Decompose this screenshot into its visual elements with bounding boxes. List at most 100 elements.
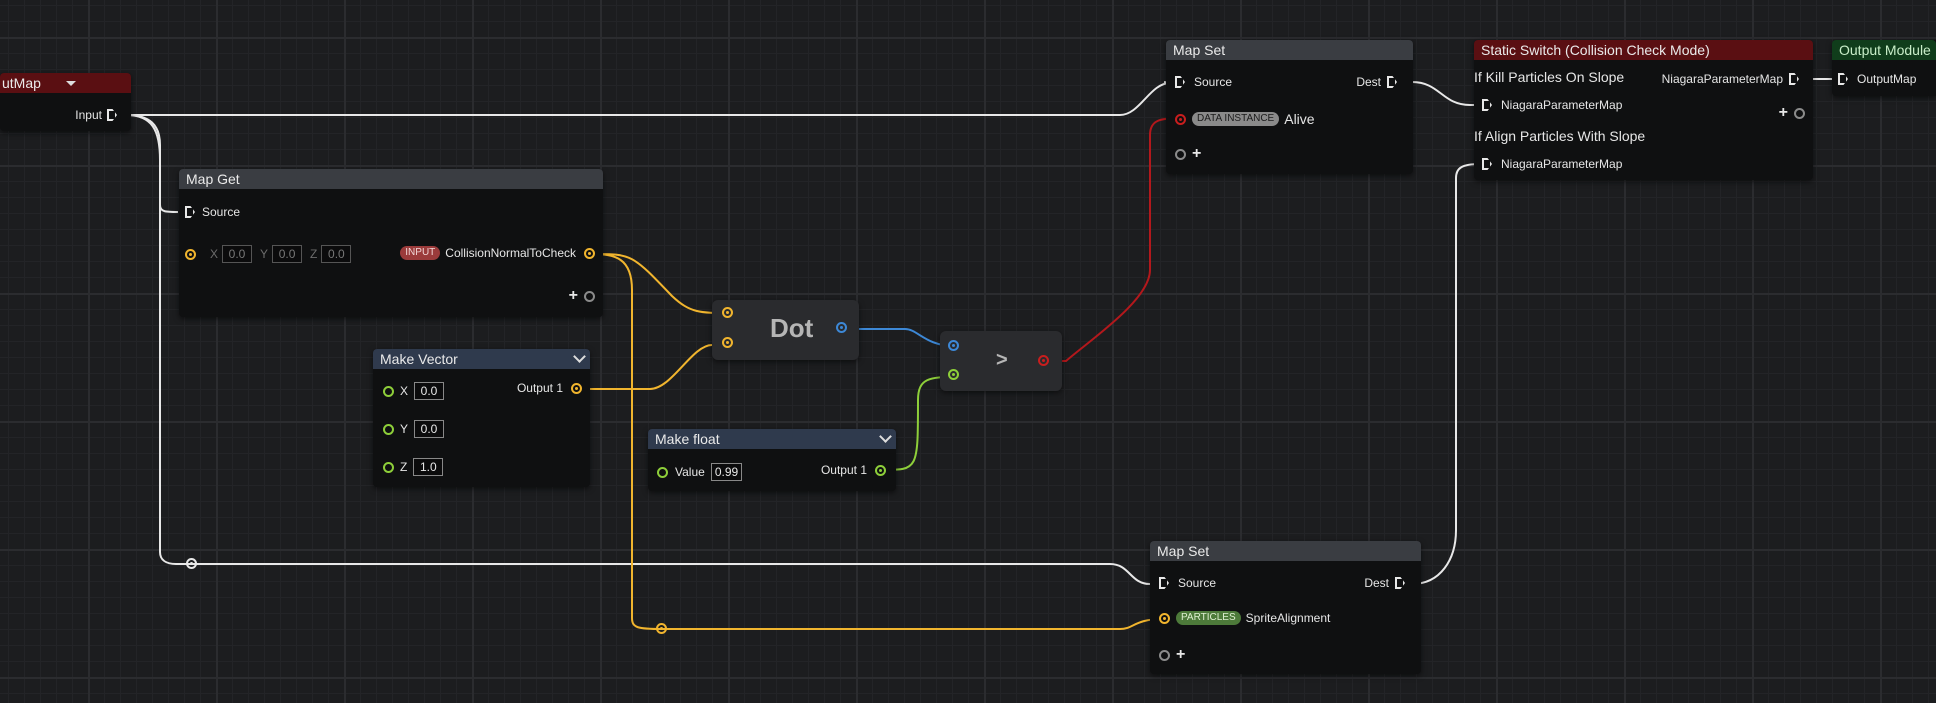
input-tag-badge: INPUT bbox=[400, 246, 441, 260]
exec-pin-icon[interactable] bbox=[1482, 98, 1496, 112]
output-map-label: OutputMap bbox=[1857, 72, 1917, 86]
exec-pin-icon[interactable] bbox=[185, 205, 199, 219]
add-pin-circle-icon[interactable] bbox=[1159, 649, 1170, 661]
exec-pin-icon[interactable] bbox=[1387, 75, 1401, 89]
map-set-top-node[interactable]: Map Set Source Dest DATA INSTANCE Alive … bbox=[1166, 40, 1413, 174]
map-get-output-row: INPUT CollisionNormalToCheck bbox=[400, 246, 595, 260]
particles-badge: PARTICLES bbox=[1176, 611, 1241, 625]
dot-label: Dot bbox=[770, 313, 814, 343]
wire-mapset-bottom-dest-to-switch bbox=[1411, 163, 1481, 585]
make-vector-y-row: Y 0.0 bbox=[383, 420, 445, 438]
exec-pin-icon[interactable] bbox=[1838, 72, 1852, 86]
source-label: Source bbox=[1178, 576, 1217, 590]
wire-greater-to-alive bbox=[1044, 117, 1183, 362]
input-pin-label: Input bbox=[75, 108, 102, 122]
vector-pin-icon[interactable] bbox=[722, 307, 733, 318]
value-field[interactable]: 0.99 bbox=[710, 463, 743, 481]
float-pin-icon[interactable] bbox=[836, 322, 847, 333]
wire-input-to-mapset-top bbox=[126, 81, 1171, 116]
case2-label: If Align Particles With Slope bbox=[1474, 128, 1646, 144]
switch-add-row: + bbox=[1773, 104, 1805, 122]
make-float-value-row: Value 0.99 bbox=[657, 463, 743, 481]
exec-pin-icon[interactable] bbox=[107, 108, 121, 122]
y-label: Y bbox=[400, 422, 409, 436]
map-set-bottom-node[interactable]: Map Set Source Dest PARTICLES SpriteAlig… bbox=[1150, 541, 1421, 674]
switch-output-label: NiagaraParameterMap bbox=[1661, 72, 1783, 86]
source-label: Source bbox=[1194, 75, 1233, 89]
map-set-alive-row: DATA INSTANCE Alive bbox=[1175, 111, 1315, 127]
z-axis-label: Z bbox=[310, 247, 318, 261]
greater-label: > bbox=[996, 349, 1008, 371]
bool-pin-icon[interactable] bbox=[1175, 113, 1186, 125]
x-field[interactable]: 0.0 bbox=[414, 382, 445, 400]
add-pin-circle-icon[interactable] bbox=[1794, 107, 1805, 119]
make-vector-node[interactable]: Make Vector X 0.0 Y 0.0 Z 1.0 Output 1 bbox=[373, 349, 590, 487]
float-pin-icon[interactable] bbox=[657, 466, 668, 478]
make-vector-output-row: Output 1 bbox=[517, 381, 582, 395]
wire-mapset-top-dest-to-switch bbox=[1411, 81, 1480, 106]
add-pin-icon[interactable]: + bbox=[1176, 646, 1185, 664]
make-float-title: Make float bbox=[648, 429, 896, 449]
map-set-dest-row: Dest bbox=[1364, 576, 1409, 590]
make-float-node[interactable]: Make float Value 0.99 Output 1 bbox=[648, 429, 896, 491]
wire-vector-to-dot bbox=[573, 344, 729, 390]
vector-pin-icon[interactable] bbox=[584, 247, 595, 259]
vector-pin-icon[interactable] bbox=[185, 248, 196, 260]
switch-output-row: NiagaraParameterMap bbox=[1662, 72, 1803, 86]
exec-pin-icon[interactable] bbox=[1789, 72, 1803, 86]
map-get-node[interactable]: Map Get Source X 0.0 Y 0.0 Z 0.0 INPUT C… bbox=[179, 169, 603, 317]
add-pin-circle-icon[interactable] bbox=[584, 290, 595, 302]
x-field[interactable]: 0.0 bbox=[222, 245, 253, 263]
make-vector-title: Make Vector bbox=[373, 349, 590, 369]
value-label: Value bbox=[675, 465, 705, 479]
z-field[interactable]: 0.0 bbox=[321, 245, 352, 263]
vector-pin-icon[interactable] bbox=[1159, 612, 1170, 624]
alive-label: Alive bbox=[1284, 111, 1315, 127]
greater-node[interactable]: > bbox=[940, 331, 1062, 391]
add-pin-circle-icon[interactable] bbox=[1175, 148, 1186, 160]
bool-pin-icon[interactable] bbox=[1038, 355, 1049, 366]
z-label: Z bbox=[400, 460, 408, 474]
wire-normal-to-dot bbox=[591, 253, 730, 314]
reroute-node[interactable] bbox=[186, 558, 197, 569]
add-pin-icon[interactable]: + bbox=[1192, 145, 1201, 163]
reroute-node[interactable] bbox=[656, 623, 667, 634]
x-label: X bbox=[400, 384, 409, 398]
map-get-source-row: Source bbox=[185, 205, 240, 219]
case2-pin-label: NiagaraParameterMap bbox=[1501, 157, 1623, 171]
partial-node-input-row: Input bbox=[75, 108, 121, 122]
make-vector-x-row: X 0.0 bbox=[383, 382, 445, 400]
vector-pin-icon[interactable] bbox=[571, 382, 582, 394]
map-set-title: Map Set bbox=[1150, 541, 1421, 561]
dot-node[interactable]: Dot bbox=[712, 300, 859, 360]
collision-normal-label: CollisionNormalToCheck bbox=[445, 246, 576, 260]
float-pin-icon[interactable] bbox=[948, 340, 959, 351]
vector-pin-icon[interactable] bbox=[722, 337, 733, 348]
exec-pin-icon[interactable] bbox=[1395, 576, 1409, 590]
float-pin-icon[interactable] bbox=[383, 423, 394, 435]
add-pin-icon[interactable]: + bbox=[569, 287, 578, 305]
static-switch-node[interactable]: Static Switch (Collision Check Mode) If … bbox=[1474, 40, 1813, 180]
static-switch-title: Static Switch (Collision Check Mode) bbox=[1474, 40, 1813, 60]
map-get-add-row: + bbox=[563, 287, 595, 305]
exec-pin-icon[interactable] bbox=[1482, 157, 1496, 171]
output-label: Output 1 bbox=[820, 463, 867, 477]
z-field[interactable]: 1.0 bbox=[413, 458, 444, 476]
add-pin-icon[interactable]: + bbox=[1779, 104, 1788, 122]
chevron-down-icon[interactable] bbox=[66, 81, 76, 86]
y-field[interactable]: 0.0 bbox=[414, 420, 445, 438]
exec-pin-icon[interactable] bbox=[1159, 576, 1173, 590]
float-pin-icon[interactable] bbox=[383, 385, 394, 397]
y-field[interactable]: 0.0 bbox=[272, 245, 303, 263]
float-pin-icon[interactable] bbox=[875, 464, 886, 476]
x-axis-label: X bbox=[210, 247, 219, 261]
case2-pin-row: NiagaraParameterMap bbox=[1482, 157, 1622, 171]
exec-pin-icon[interactable] bbox=[1175, 75, 1189, 89]
map-set-add-row: + bbox=[1159, 646, 1191, 664]
float-pin-icon[interactable] bbox=[948, 369, 959, 380]
output-module-node[interactable]: Output Module OutputMap bbox=[1832, 40, 1936, 96]
wire-input-to-mapget bbox=[125, 114, 179, 213]
y-axis-label: Y bbox=[260, 247, 269, 261]
partial-map-node[interactable]: utMap Input bbox=[0, 73, 131, 131]
float-pin-icon[interactable] bbox=[383, 461, 394, 473]
